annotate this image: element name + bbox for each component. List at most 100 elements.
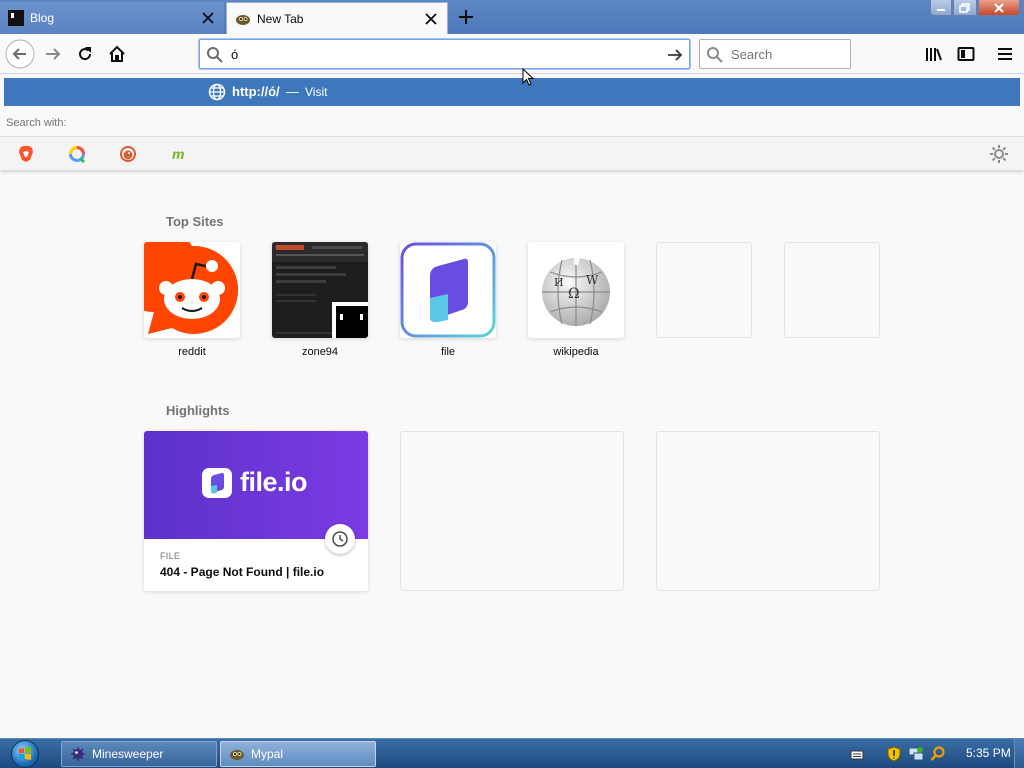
reddit-icon [144, 242, 240, 338]
sidebar-button[interactable] [950, 38, 982, 70]
show-desktop-button[interactable] [1014, 739, 1024, 768]
highlight-brand-text: file.io [240, 467, 308, 497]
qwant-icon[interactable] [66, 143, 88, 165]
svg-text:Ω: Ω [568, 286, 580, 302]
top-site-empty [656, 242, 752, 338]
go-arrow-icon[interactable] [665, 45, 685, 65]
url-input[interactable] [231, 45, 651, 64]
back-arrow-icon [5, 39, 35, 69]
autocomplete-suggestion-visit[interactable]: http://ó/ — Visit [4, 78, 1020, 106]
file-io-icon [400, 242, 496, 338]
minimize-icon [937, 8, 945, 11]
highlight-card[interactable]: file.io FILE 404 - Page Not Found | file… [144, 431, 368, 591]
suggestion-action: Visit [305, 85, 328, 99]
taskbar: Minesweeper Mypal 5:35 PM [0, 738, 1024, 768]
hamburger-menu-icon [998, 48, 1012, 60]
highlight-image: file.io [144, 431, 368, 539]
taskbar-item-minesweeper[interactable]: Minesweeper [61, 741, 217, 767]
search-bar[interactable] [699, 39, 851, 69]
duckduckgo-icon[interactable] [117, 143, 139, 165]
home-button[interactable] [101, 38, 133, 70]
start-button[interactable] [4, 739, 46, 768]
taskbar-item-label: Minesweeper [92, 747, 164, 761]
close-icon [994, 2, 1004, 13]
suggestion-separator: — [286, 84, 299, 99]
highlight-title: 404 - Page Not Found | file.io [160, 565, 325, 579]
top-sites-heading: Top Sites [166, 214, 224, 229]
tab-blog[interactable]: Blog [0, 2, 224, 34]
globe-icon [208, 83, 226, 101]
highlights-heading: Highlights [166, 403, 230, 418]
mypal-favicon-icon [235, 11, 251, 27]
top-site-empty [784, 242, 880, 338]
search-with-label: Search with: [6, 117, 67, 129]
brave-icon[interactable] [15, 143, 37, 165]
url-autocomplete-popup: http://ó/ — Visit Search with: m [0, 74, 1024, 170]
forward-arrow-icon [46, 48, 61, 60]
wikipedia-icon: Ω W И [528, 242, 624, 338]
network-icon[interactable] [908, 746, 924, 762]
highlight-card-empty [656, 431, 880, 591]
restore-icon [959, 2, 970, 13]
new-tab-button[interactable] [454, 5, 478, 29]
svg-text:m: m [172, 146, 184, 162]
clock-icon [325, 524, 355, 554]
plus-icon [459, 10, 473, 24]
navigation-toolbar [0, 34, 1024, 74]
top-site-label: reddit [178, 346, 206, 358]
security-shield-icon[interactable] [886, 746, 902, 762]
close-tab-icon[interactable] [200, 10, 216, 26]
url-bar[interactable] [199, 39, 690, 69]
reload-button[interactable] [69, 38, 101, 70]
top-site-label: zone94 [301, 346, 339, 358]
mojeek-icon[interactable]: m [168, 143, 190, 165]
top-site-file[interactable]: file [400, 242, 496, 358]
forward-button[interactable] [37, 38, 69, 70]
gear-icon[interactable] [988, 143, 1010, 165]
close-window-button[interactable] [978, 0, 1020, 16]
library-icon [926, 48, 942, 61]
library-button[interactable] [918, 38, 950, 70]
top-site-label: wikipedia [553, 346, 599, 358]
empty-tile [656, 242, 752, 338]
taskbar-clock[interactable]: 5:35 PM [966, 746, 1011, 760]
taskbar-item-label: Mypal [251, 747, 284, 761]
keyboard-icon[interactable] [849, 746, 865, 762]
highlight-type: FILE [160, 551, 181, 561]
reload-icon [79, 47, 92, 61]
search-icon [207, 47, 223, 63]
top-site-label: file [440, 346, 456, 358]
menu-button[interactable] [989, 38, 1021, 70]
tab-title: New Tab [257, 11, 304, 26]
file-io-logo-icon [202, 467, 232, 498]
new-tab-page: Top Sites reddit zone94 file Ω W И wikip… [0, 170, 1024, 738]
one-off-search-engines: m [0, 136, 1024, 170]
restore-button[interactable] [953, 0, 977, 16]
terminal-favicon-icon [8, 10, 24, 26]
svg-text:W: W [586, 273, 599, 287]
windows-logo-icon [11, 740, 39, 768]
empty-tile [784, 242, 880, 338]
tab-title: Blog [30, 11, 55, 25]
system-tray [846, 743, 949, 765]
mypal-icon [229, 746, 245, 762]
sidebar-icon [957, 47, 975, 61]
search-tray-icon[interactable] [930, 746, 946, 762]
minesweeper-icon [70, 746, 86, 762]
top-site-wikipedia[interactable]: Ω W И wikipedia [528, 242, 624, 358]
top-site-zone94[interactable]: zone94 [272, 242, 368, 358]
svg-text:И: И [554, 276, 564, 289]
tab-new-tab[interactable]: New Tab [226, 2, 448, 34]
home-icon [109, 45, 125, 62]
top-site-reddit[interactable]: reddit [144, 242, 240, 358]
search-icon [707, 47, 723, 63]
close-tab-icon[interactable] [423, 11, 439, 27]
file-io-logo: file.io [202, 467, 308, 498]
taskbar-item-mypal[interactable]: Mypal [220, 741, 376, 767]
tab-strip: Blog New Tab [0, 0, 1024, 34]
search-input[interactable] [731, 46, 843, 63]
back-button[interactable] [4, 38, 36, 70]
suggestion-url: http://ó/ [232, 84, 280, 99]
minimize-button[interactable] [930, 0, 952, 16]
zone94-thumbnail [272, 242, 368, 338]
